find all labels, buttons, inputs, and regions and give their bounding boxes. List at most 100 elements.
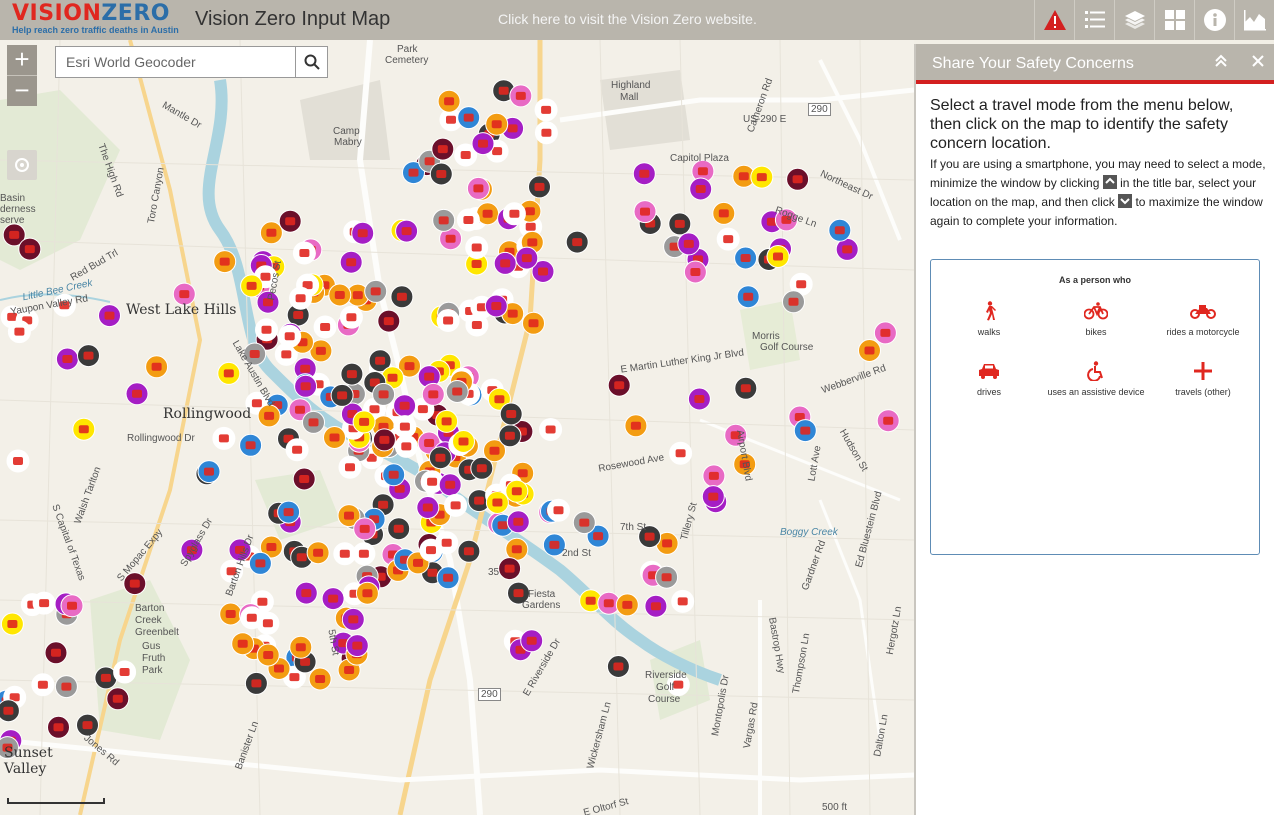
about-button[interactable] — [1194, 0, 1234, 40]
marker-mode-glyph — [443, 316, 454, 325]
marker-mode-glyph — [527, 238, 538, 247]
marker-mode-glyph — [328, 594, 339, 603]
marker-mode-glyph — [697, 167, 708, 176]
basemap-button[interactable] — [1154, 0, 1194, 40]
marker-mode-glyph — [262, 619, 273, 628]
wheelchair-icon — [1087, 361, 1103, 381]
marker-mode-glyph — [614, 381, 625, 390]
marker-mode-glyph — [283, 508, 294, 517]
map-canvas[interactable]: West Lake Hills Rollingwood Sunset Valle… — [0, 40, 914, 815]
marker-mode-glyph — [650, 602, 661, 611]
marker-mode-glyph — [345, 463, 355, 472]
map-label-greenbelt: Greenbelt — [135, 627, 179, 638]
marker-mode-glyph — [14, 327, 25, 336]
geocoder-search — [55, 46, 328, 78]
map-label-290-shield: 290 — [808, 103, 831, 116]
chart-button[interactable] — [1234, 0, 1274, 40]
marker-mode-glyph — [61, 682, 72, 691]
map-label-sunset: Sunset — [4, 745, 53, 761]
marker-mode-glyph — [738, 172, 749, 181]
marker-mode-glyph — [683, 239, 694, 248]
map-label-fiesta: Fiesta — [528, 589, 556, 600]
marker-mode-glyph — [308, 418, 319, 427]
marker-mode-glyph — [428, 390, 439, 399]
map-label-gus-park: Park — [142, 665, 163, 676]
map-label-valley: Valley — [4, 761, 47, 777]
search-input[interactable] — [56, 47, 296, 77]
legend-button[interactable] — [1074, 0, 1114, 40]
vision-zero-logo[interactable]: VISIONZERO Help reach zero traffic death… — [12, 3, 184, 37]
marker-mode-glyph — [346, 370, 357, 379]
marker-mode-glyph — [39, 599, 50, 608]
safety-concerns-panel: Share Your Safety Concerns Select a trav… — [914, 44, 1274, 815]
marker-mode-glyph — [358, 549, 369, 558]
marker-mode-glyph — [441, 417, 452, 426]
layers-button[interactable] — [1114, 0, 1154, 40]
marker-mode-glyph — [788, 297, 799, 306]
map-label-boggy-creek: Boggy Creek — [780, 527, 838, 538]
mode-drives[interactable]: drives — [939, 360, 1039, 397]
marker-mode-glyph — [494, 395, 505, 404]
marker-mode-glyph — [572, 238, 583, 247]
marker-mode-glyph — [266, 543, 277, 551]
close-button[interactable] — [1249, 54, 1267, 72]
zoom-in-button[interactable]: + — [7, 45, 37, 75]
marker-mode-glyph — [53, 723, 64, 732]
marker-mode-glyph — [284, 332, 295, 341]
marker-mode-glyph — [263, 651, 274, 659]
map-label-park: Park — [397, 44, 418, 55]
marker-mode-glyph — [413, 558, 423, 567]
marker-mode-glyph — [478, 139, 488, 148]
mode-walks[interactable]: walks — [939, 300, 1039, 337]
marker-mode-glyph — [112, 694, 123, 703]
basemap-icon — [1164, 10, 1185, 30]
warning-button[interactable] — [1034, 0, 1074, 40]
marker-mode-glyph — [883, 416, 894, 425]
marker-mode-glyph — [471, 243, 482, 252]
map-label-camp: Camp — [333, 126, 360, 137]
marker-mode-glyph — [593, 532, 604, 541]
app-title: Vision Zero Input Map — [195, 8, 391, 30]
marker-mode-glyph — [424, 439, 435, 447]
marker-mode-glyph — [740, 254, 751, 262]
marker-mode-glyph — [404, 362, 415, 371]
marker-mode-glyph — [274, 664, 284, 673]
marker-mode-glyph — [378, 500, 389, 509]
marker-mode-glyph — [507, 309, 518, 318]
logo-tagline: Help reach zero traffic deaths in Austin — [12, 25, 179, 35]
marker-mode-glyph — [491, 120, 502, 129]
marker-mode-glyph — [675, 449, 686, 458]
layers-icon — [1124, 11, 1145, 29]
mode-bikes[interactable]: bikes — [1046, 300, 1146, 337]
marker-mode-glyph — [357, 229, 368, 238]
map-label-basin: Basin — [0, 193, 26, 204]
marker-mode-glyph — [511, 545, 522, 554]
marker-mode-glyph — [249, 350, 260, 358]
map-label-highland: Highland — [611, 80, 651, 91]
map-label-500ft: 500 ft — [822, 802, 848, 813]
minimize-button[interactable] — [1212, 54, 1230, 72]
marker-mode-glyph — [492, 147, 503, 156]
marker-mode-glyph — [82, 721, 93, 730]
vision-zero-website-link[interactable]: Click here to visit the Vision Zero webs… — [498, 11, 757, 27]
about-icon — [1203, 9, 1226, 31]
mode-label-motorcycle: rides a motorcycle — [1166, 327, 1240, 337]
marker-mode-glyph — [301, 589, 312, 598]
marker-mode-glyph — [369, 405, 380, 414]
panel-intro-text: Select a travel mode from the menu below… — [930, 97, 1234, 152]
search-button[interactable] — [295, 47, 327, 77]
marker-mode-glyph — [441, 538, 452, 547]
marker-mode-glyph — [422, 503, 433, 512]
locate-button[interactable] — [7, 150, 37, 180]
marker-mode-glyph — [796, 280, 807, 289]
marker-mode-glyph — [585, 596, 596, 605]
zoom-out-button[interactable]: − — [7, 76, 37, 106]
marker-mode-glyph — [67, 601, 77, 610]
mode-motorcycle[interactable]: rides a motorcycle — [1153, 300, 1253, 337]
marker-mode-glyph — [474, 496, 485, 505]
marker-mode-glyph — [401, 442, 412, 451]
mode-travels-other[interactable]: travels (other) — [1153, 360, 1253, 397]
travel-mode-selector: As a person who walks bikes rides a moto… — [930, 259, 1260, 555]
marker-mode-glyph — [517, 469, 528, 478]
mode-assistive-device[interactable]: uses an assistive device — [1046, 360, 1146, 397]
